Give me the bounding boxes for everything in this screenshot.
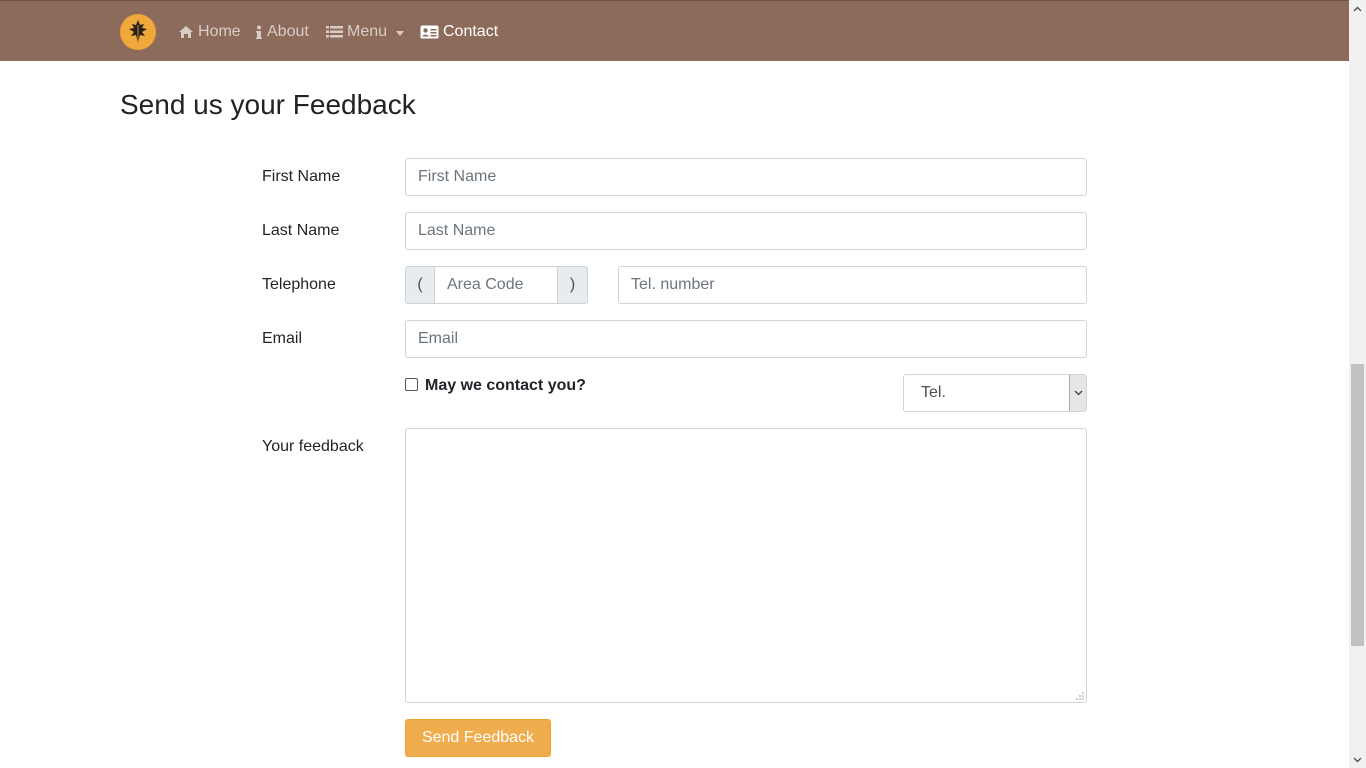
logo[interactable] <box>120 14 156 50</box>
area-code-placeholder: Area Code <box>447 276 524 293</box>
scroll-up-icon <box>1353 6 1362 11</box>
scrollbar-thumb[interactable] <box>1351 364 1364 646</box>
email-placeholder: Email <box>418 330 459 347</box>
last-name-placeholder: Last Name <box>418 222 496 239</box>
address-card-icon <box>420 25 439 39</box>
last-name-label: Last Name <box>262 222 340 239</box>
scroll-down-button[interactable] <box>1349 751 1366 768</box>
email-label: Email <box>262 330 303 347</box>
tel-number-input[interactable]: Tel. number <box>618 266 1087 304</box>
nav-menu-dropdown[interactable]: Menu <box>326 21 405 43</box>
nav-home-label: Home <box>198 23 241 40</box>
area-code-input[interactable]: Area Code <box>434 266 558 304</box>
page-scrollbar[interactable] <box>1349 0 1366 768</box>
info-icon <box>256 25 262 39</box>
feedback-label: Your feedback <box>262 438 364 455</box>
first-name-placeholder: First Name <box>418 168 497 185</box>
area-code-open-paren: ( <box>405 266 435 304</box>
nav-menu-label: Menu <box>347 23 388 40</box>
page-title: Send us your Feedback <box>120 89 416 120</box>
last-name-input[interactable]: Last Name <box>405 212 1087 250</box>
nav-home[interactable]: Home <box>178 21 241 43</box>
send-feedback-button[interactable]: Send Feedback <box>405 719 551 757</box>
chevron-down-icon <box>1074 390 1082 396</box>
nav-contact[interactable]: Contact <box>420 21 498 43</box>
feedback-textarea[interactable] <box>405 428 1087 703</box>
contact-checkbox[interactable] <box>405 378 418 391</box>
select-dropdown-button[interactable] <box>1069 375 1086 411</box>
email-input[interactable]: Email <box>405 320 1087 358</box>
scroll-down-icon <box>1353 757 1362 762</box>
tel-number-placeholder: Tel. number <box>631 276 715 293</box>
first-name-label: First Name <box>262 168 341 185</box>
navbar: Home About Menu Contact <box>0 0 1349 61</box>
telephone-label: Telephone <box>262 276 336 293</box>
contact-method-value: Tel. <box>921 384 946 401</box>
nav-contact-label: Contact <box>443 23 499 40</box>
area-code-close-paren: ) <box>557 266 588 304</box>
nav-about[interactable]: About <box>255 21 309 43</box>
contact-method-select[interactable]: Tel. <box>903 374 1087 412</box>
home-icon <box>179 26 193 38</box>
caret-down-icon <box>396 30 405 36</box>
resize-grip-icon[interactable] <box>1075 691 1084 700</box>
scroll-up-button[interactable] <box>1349 0 1366 17</box>
first-name-input[interactable]: First Name <box>405 158 1087 196</box>
nav-about-label: About <box>267 23 309 40</box>
contact-checkbox-label[interactable]: May we contact you? <box>425 376 586 396</box>
leaf-icon <box>129 20 147 44</box>
list-icon <box>326 26 343 38</box>
